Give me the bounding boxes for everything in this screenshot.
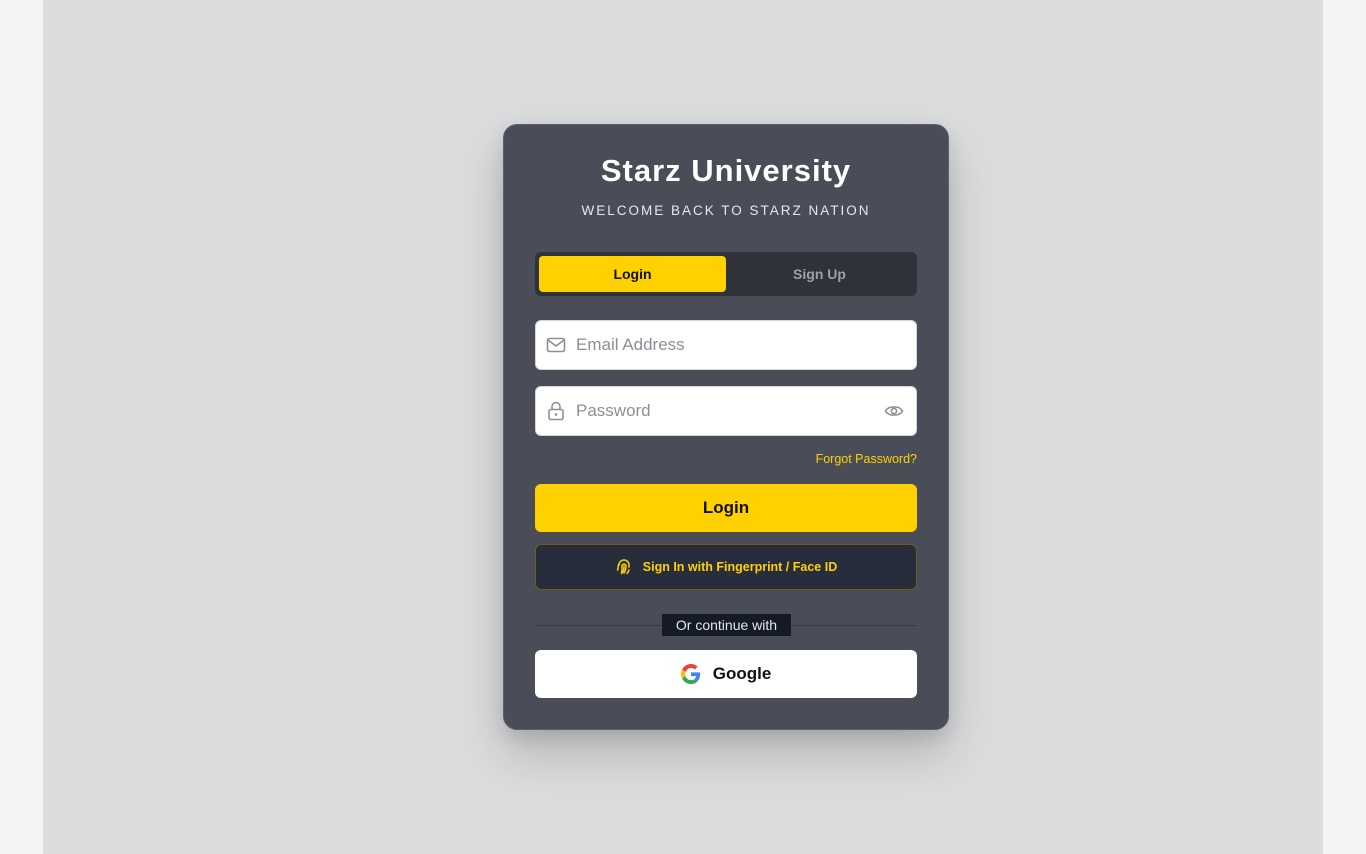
email-field (535, 320, 917, 370)
tab-login[interactable]: Login (539, 256, 726, 292)
tab-signup[interactable]: Sign Up (726, 256, 913, 292)
page-title: Starz University (600, 153, 852, 188)
google-icon (680, 664, 701, 684)
divider-label: Or continue with (662, 614, 791, 636)
lock-icon (536, 401, 576, 421)
forgot-password-link[interactable]: Forgot Password? (816, 452, 917, 466)
page-background: Starz University WELCOME BACK TO STARZ N… (43, 0, 1323, 854)
eye-icon[interactable] (872, 404, 916, 418)
google-signin-button[interactable]: Google (535, 650, 917, 698)
mail-icon (536, 337, 576, 353)
password-input[interactable] (576, 401, 872, 421)
page-subtitle: WELCOME BACK TO STARZ NATION (581, 203, 871, 218)
email-input[interactable] (576, 335, 916, 355)
google-label: Google (712, 664, 772, 683)
biometric-label: Sign In with Fingerprint / Face ID (642, 560, 838, 574)
password-field (535, 386, 917, 436)
fingerprint-icon (615, 558, 633, 576)
biometric-signin-button[interactable]: Sign In with Fingerprint / Face ID (535, 544, 917, 590)
auth-tabs: Login Sign Up (535, 252, 917, 296)
login-card: Starz University WELCOME BACK TO STARZ N… (503, 124, 949, 730)
login-button[interactable]: Login (535, 484, 917, 532)
